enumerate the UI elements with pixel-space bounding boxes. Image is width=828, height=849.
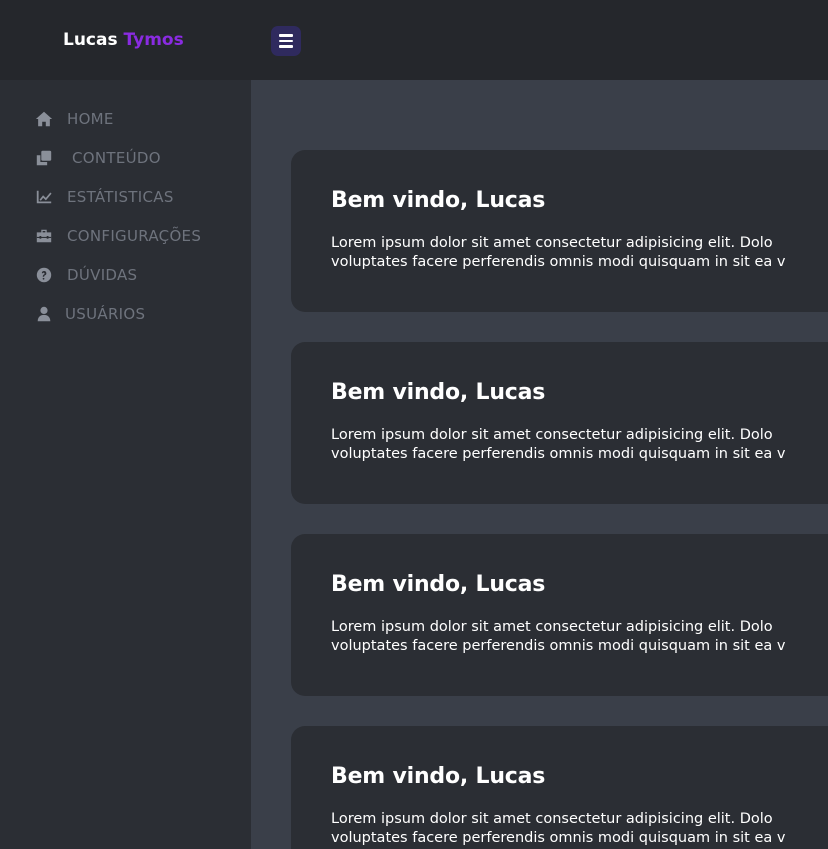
sidebar-item-configuracoes[interactable]: CONFIGURAÇÕES xyxy=(35,226,201,246)
sidebar-item-label: HOME xyxy=(67,110,114,128)
user-icon xyxy=(37,306,51,322)
sidebar-item-label: CONTEÚDO xyxy=(72,149,161,167)
sidebar-item-label: USUÁRIOS xyxy=(65,305,146,323)
sidebar-item-label: CONFIGURAÇÕES xyxy=(67,227,202,245)
card-text: Lorem ipsum dolor sit amet consectetur a… xyxy=(331,811,786,846)
sidebar-item-home[interactable]: HOME xyxy=(35,109,114,129)
hamburger-menu-button[interactable] xyxy=(271,26,301,56)
sidebar-item-duvidas[interactable]: DÚVIDAS xyxy=(35,265,137,285)
chart-line-icon xyxy=(36,190,52,204)
sidebar-item-usuarios[interactable]: USUÁRIOS xyxy=(35,304,145,324)
brand-last-name: Tymos xyxy=(123,30,184,50)
sidebar-item-conteudo[interactable]: CONTEÚDO xyxy=(35,148,161,168)
home-icon xyxy=(35,111,53,127)
welcome-card: Bem vindo, Lucas Lorem ipsum dolor sit a… xyxy=(291,534,828,696)
toolbox-icon xyxy=(36,229,52,243)
main-content: Bem vindo, Lucas Lorem ipsum dolor sit a… xyxy=(251,80,828,849)
brand-logo[interactable]: Lucas Tymos xyxy=(63,30,184,50)
card-text: Lorem ipsum dolor sit amet consectetur a… xyxy=(331,619,786,654)
card-title: Bem vindo, Lucas xyxy=(331,380,546,405)
card-title: Bem vindo, Lucas xyxy=(331,572,546,597)
welcome-card: Bem vindo, Lucas Lorem ipsum dolor sit a… xyxy=(291,150,828,312)
brand-first-name: Lucas xyxy=(63,30,118,50)
sidebar-item-label: DÚVIDAS xyxy=(67,266,138,284)
card-text: Lorem ipsum dolor sit amet consectetur a… xyxy=(331,235,786,270)
card-title: Bem vindo, Lucas xyxy=(331,188,546,213)
welcome-card: Bem vindo, Lucas Lorem ipsum dolor sit a… xyxy=(291,726,828,849)
card-text: Lorem ipsum dolor sit amet consectetur a… xyxy=(331,427,786,462)
welcome-card: Bem vindo, Lucas Lorem ipsum dolor sit a… xyxy=(291,342,828,504)
sidebar-item-label: ESTÁTISTICAS xyxy=(67,188,174,206)
top-bar: Lucas Tymos xyxy=(0,0,828,80)
copy-icon xyxy=(36,150,52,166)
sidebar: HOME CONTEÚDO ESTÁTISTICAS CONFIGURAÇÕES… xyxy=(0,80,251,849)
sidebar-item-estatisticas[interactable]: ESTÁTISTICAS xyxy=(35,187,174,207)
card-title: Bem vindo, Lucas xyxy=(331,764,546,789)
question-circle-icon xyxy=(36,267,52,283)
hamburger-menu-icon xyxy=(279,34,293,37)
